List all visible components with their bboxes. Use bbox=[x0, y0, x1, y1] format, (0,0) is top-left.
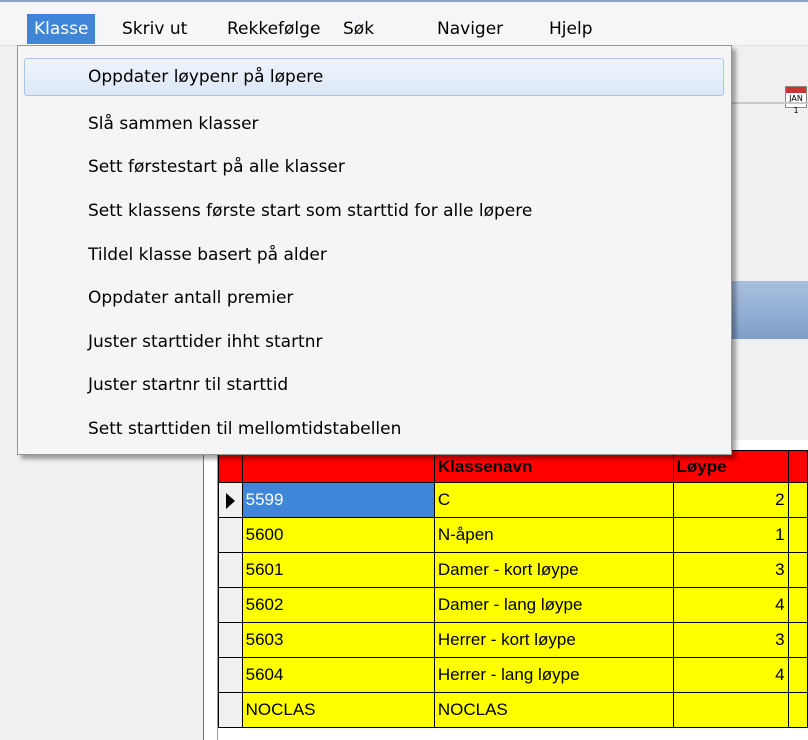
table-row[interactable]: 5604 Herrer - lang løype 4 bbox=[218, 657, 808, 693]
menu-hjelp[interactable]: Hjelp bbox=[542, 14, 599, 44]
cell-course[interactable]: 4 bbox=[673, 657, 789, 693]
table-row[interactable]: 5603 Herrer - kort løype 3 bbox=[218, 622, 808, 658]
menu-rekkefolge[interactable]: Rekkefølge bbox=[220, 14, 327, 44]
cell-name[interactable]: N-åpen bbox=[433, 517, 675, 553]
grid-header-row: Klassenavn Løype bbox=[218, 450, 808, 483]
menu-item-juster-starttider[interactable]: Juster starttider ihht startnr bbox=[24, 323, 724, 361]
table-row[interactable]: 5599 C 2 bbox=[218, 482, 808, 518]
menu-klasse[interactable]: Klasse bbox=[27, 14, 96, 44]
klasse-dropdown-menu: Oppdater løypenr på løpere Slå sammen kl… bbox=[17, 45, 732, 455]
row-indicator-header bbox=[218, 450, 243, 483]
row-indicator bbox=[218, 482, 243, 518]
cell-extra[interactable] bbox=[787, 517, 808, 553]
table-row[interactable]: 5601 Damer - kort løype 3 bbox=[218, 552, 808, 588]
menu-naviger[interactable]: Naviger bbox=[430, 14, 510, 44]
cell-name[interactable]: NOCLAS bbox=[433, 692, 675, 728]
cell-extra[interactable] bbox=[787, 657, 808, 693]
menu-item-oppdater-antall-premier[interactable]: Oppdater antall premier bbox=[24, 279, 724, 317]
cell-name[interactable]: Damer - kort løype bbox=[433, 552, 675, 588]
cell-id[interactable]: NOCLAS bbox=[241, 692, 435, 728]
calendar-text: JAN 1 bbox=[789, 94, 803, 115]
cell-course[interactable]: 3 bbox=[673, 552, 789, 588]
class-grid[interactable]: Klassenavn Løype 5599 C 2 5600 N-åpen 1 … bbox=[218, 450, 808, 728]
cell-course[interactable]: 4 bbox=[673, 587, 789, 623]
current-row-arrow-icon bbox=[225, 492, 235, 509]
menu-skriv-ut[interactable]: Skriv ut bbox=[115, 14, 194, 44]
panel-header bbox=[730, 281, 808, 339]
menu-sok[interactable]: Søk bbox=[336, 14, 381, 44]
cell-id[interactable]: 5602 bbox=[241, 587, 435, 623]
menu-bar: Klasse Skriv ut Rekkefølge Søk Naviger H… bbox=[0, 0, 808, 46]
cell-id[interactable]: 5603 bbox=[241, 622, 435, 658]
cell-name[interactable]: Damer - lang løype bbox=[433, 587, 675, 623]
menu-item-sett-forstestart[interactable]: Sett førstestart på alle klasser bbox=[24, 148, 724, 186]
cell-course[interactable]: 1 bbox=[673, 517, 789, 553]
calendar-icon[interactable]: JAN 1 bbox=[785, 86, 807, 115]
row-indicator bbox=[218, 517, 243, 553]
table-row[interactable]: NOCLAS NOCLAS bbox=[218, 692, 808, 728]
cell-extra[interactable] bbox=[787, 587, 808, 623]
cell-id[interactable]: 5604 bbox=[241, 657, 435, 693]
window-border bbox=[0, 0, 808, 2]
menu-item-sla-sammen-klasser[interactable]: Slå sammen klasser bbox=[24, 105, 724, 143]
cell-id[interactable]: 5601 bbox=[241, 552, 435, 588]
cell-extra[interactable] bbox=[787, 692, 808, 728]
cell-course[interactable]: 3 bbox=[673, 622, 789, 658]
table-row[interactable]: 5600 N-åpen 1 bbox=[218, 517, 808, 553]
cell-name[interactable]: C bbox=[433, 482, 675, 518]
cell-name[interactable]: Herrer - kort løype bbox=[433, 622, 675, 658]
cell-name[interactable]: Herrer - lang løype bbox=[433, 657, 675, 693]
cell-id[interactable]: 5600 bbox=[241, 517, 435, 553]
menu-item-tildel-klasse[interactable]: Tildel klasse basert på alder bbox=[24, 236, 724, 274]
row-indicator bbox=[218, 587, 243, 623]
cell-course[interactable]: 2 bbox=[673, 482, 789, 518]
column-header-id[interactable] bbox=[241, 450, 435, 483]
row-indicator bbox=[218, 657, 243, 693]
cell-extra[interactable] bbox=[787, 622, 808, 658]
column-header-klassenavn[interactable]: Klassenavn bbox=[433, 450, 675, 483]
column-header-extra[interactable] bbox=[787, 450, 808, 483]
row-indicator bbox=[218, 692, 243, 728]
cell-course[interactable] bbox=[673, 692, 789, 728]
row-indicator bbox=[218, 622, 243, 658]
column-header-loype[interactable]: Løype bbox=[673, 450, 789, 483]
row-indicator bbox=[218, 552, 243, 588]
table-row[interactable]: 5602 Damer - lang løype 4 bbox=[218, 587, 808, 623]
toolbar-separator bbox=[730, 102, 808, 104]
cell-extra[interactable] bbox=[787, 552, 808, 588]
menu-item-oppdater-loypenr[interactable]: Oppdater løypenr på løpere bbox=[24, 58, 724, 96]
menu-item-sett-klassens-forste-start[interactable]: Sett klassens første start som starttid … bbox=[24, 192, 724, 230]
menu-item-juster-startnr[interactable]: Juster startnr til starttid bbox=[24, 366, 724, 404]
menu-item-sett-starttiden[interactable]: Sett starttiden til mellomtidstabellen bbox=[24, 410, 724, 448]
cell-extra[interactable] bbox=[787, 482, 808, 518]
cell-id[interactable]: 5599 bbox=[241, 482, 435, 518]
